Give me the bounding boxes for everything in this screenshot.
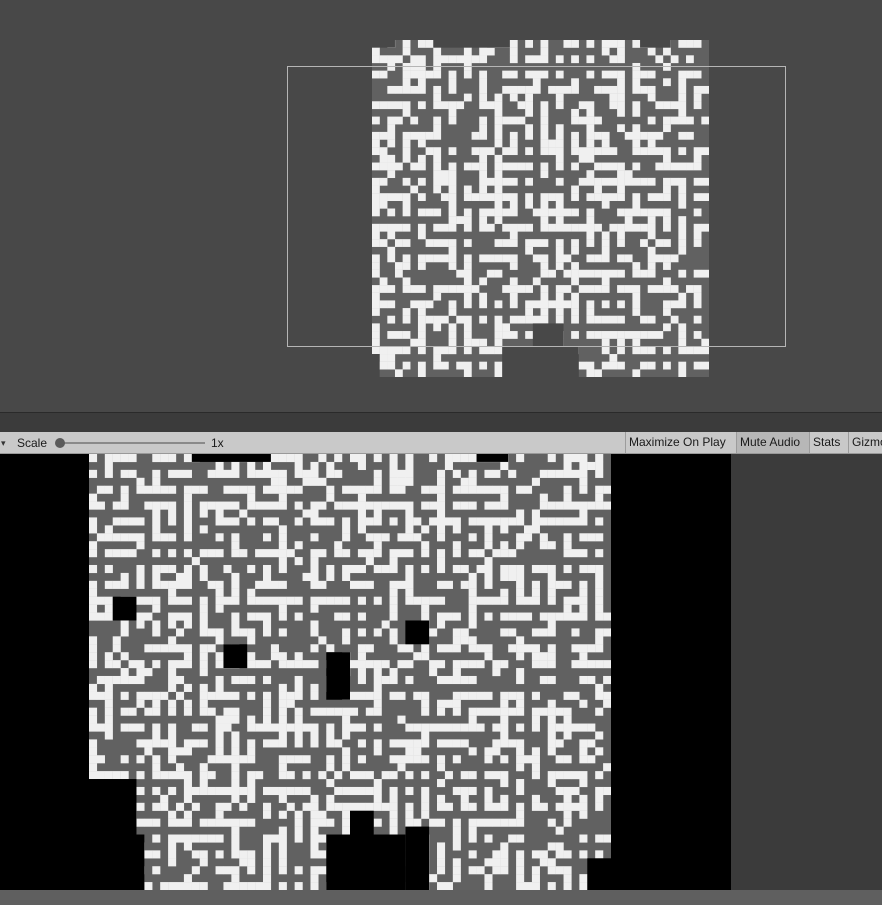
scale-label: Scale [17, 436, 48, 450]
game-maze-empty-region [476, 454, 509, 462]
game-maze-empty-region [326, 652, 350, 700]
scene-maze-empty-region [372, 354, 380, 377]
game-maze-empty-region [350, 810, 374, 835]
scale-slider-track[interactable] [59, 442, 205, 444]
game-maze-empty-region [191, 454, 271, 462]
camera-frame-outline [287, 66, 786, 347]
mute-audio-button[interactable]: Mute Audio [736, 432, 809, 453]
game-maze-empty-region [89, 834, 145, 890]
bottom-scrollbar[interactable] [0, 890, 882, 905]
game-maze-empty-region [112, 596, 137, 621]
gizmos-button[interactable]: Gizmos [848, 432, 882, 453]
game-maze-empty-region [405, 620, 430, 645]
scene-view[interactable] [0, 0, 882, 412]
scene-maze-empty-region [502, 346, 579, 377]
scale-value: 1x [211, 436, 224, 450]
game-maze-empty-region [587, 858, 611, 890]
game-view[interactable] [0, 454, 882, 890]
scale-slider-thumb[interactable] [55, 438, 65, 448]
maximize-on-play-button[interactable]: Maximize On Play [625, 432, 736, 453]
panel-splitter[interactable] [0, 412, 882, 433]
scene-maze-empty-region [433, 40, 510, 48]
scene-maze-empty-region [372, 40, 395, 48]
game-maze-empty-region [223, 644, 248, 669]
game-maze-tilemap [89, 454, 611, 890]
scene-maze-empty-region [640, 40, 671, 48]
game-view-toolbar: ▾ Scale 1x Maximize On Play Mute Audio S… [0, 432, 882, 454]
game-maze-empty-region [405, 826, 430, 890]
dropdown-arrow-icon[interactable]: ▾ [1, 438, 6, 448]
game-maze-empty-region [326, 834, 406, 890]
stats-button[interactable]: Stats [809, 432, 848, 453]
